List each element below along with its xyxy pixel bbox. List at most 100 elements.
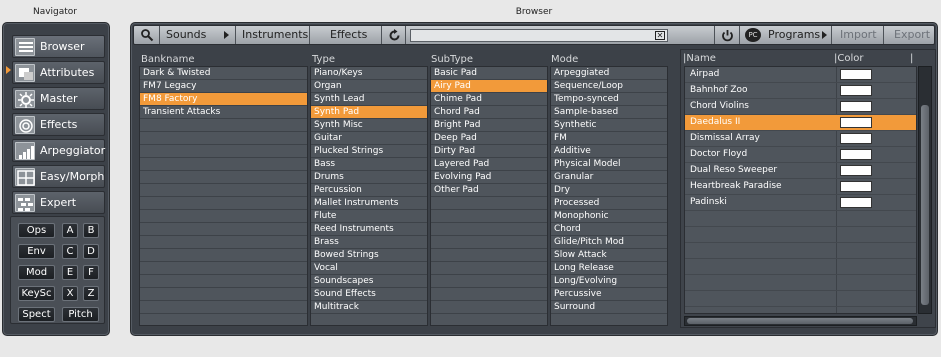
bankname-header[interactable]: Bankname — [141, 53, 194, 66]
nav-item-arpeggiator[interactable]: Arpeggiator — [12, 139, 105, 162]
horizontal-scrollbar[interactable] — [684, 316, 917, 326]
mini-button-f[interactable]: F — [83, 265, 99, 280]
type-list-item[interactable]: Organ — [311, 80, 427, 93]
program-row[interactable]: Chord Violins — [685, 99, 916, 115]
export-button[interactable]: Export — [884, 26, 936, 44]
bankname-list-item[interactable]: Dark & Twisted — [140, 67, 307, 80]
vertical-scrollbar[interactable] — [918, 66, 932, 314]
type-list-item[interactable]: Plucked Strings — [311, 145, 427, 158]
type-list-item[interactable]: Bowed Strings — [311, 249, 427, 262]
refresh-button[interactable] — [382, 26, 406, 44]
mini-button-x[interactable]: X — [62, 286, 78, 301]
nav-item-effects[interactable]: Effects — [12, 113, 105, 136]
mini-button-spect[interactable]: Spect — [18, 307, 55, 322]
program-color-swatch[interactable] — [840, 181, 872, 192]
search-input[interactable]: ✕ — [410, 29, 668, 42]
type-list-item[interactable]: Synth Misc — [311, 119, 427, 132]
mode-list-item[interactable]: Monophonic — [551, 210, 667, 223]
mini-button-keysc[interactable]: KeySc — [18, 286, 55, 301]
program-color-swatch[interactable] — [840, 165, 872, 176]
program-color-swatch[interactable] — [840, 117, 872, 128]
subtype-list-item[interactable]: Chord Pad — [431, 106, 547, 119]
type-list-item[interactable]: Drums — [311, 171, 427, 184]
subtype-list-item[interactable]: Dirty Pad — [431, 145, 547, 158]
type-list-item[interactable]: Mallet Instruments — [311, 197, 427, 210]
type-list-item[interactable]: Synth Pad — [311, 106, 427, 119]
program-color-swatch[interactable] — [840, 197, 872, 208]
nav-item-master[interactable]: Master — [12, 87, 105, 110]
program-color-swatch[interactable] — [840, 69, 872, 80]
subtype-list-item[interactable]: Deep Pad — [431, 132, 547, 145]
program-row[interactable]: Heartbreak Paradise — [685, 179, 916, 195]
subtype-list-item[interactable]: Chime Pad — [431, 93, 547, 106]
type-list-item[interactable]: Sound Effects — [311, 288, 427, 301]
mode-list-item[interactable]: Slow Attack — [551, 249, 667, 262]
type-list-item[interactable]: Piano/Keys — [311, 67, 427, 80]
search-button[interactable] — [134, 26, 160, 44]
mode-list-item[interactable]: Physical Model — [551, 158, 667, 171]
clear-search-icon[interactable]: ✕ — [655, 31, 665, 40]
mode-list-item[interactable]: Percussive — [551, 288, 667, 301]
mode-list-item[interactable]: Additive — [551, 145, 667, 158]
type-list-item[interactable]: Bass — [311, 158, 427, 171]
color-header[interactable]: |Color — [834, 52, 863, 65]
mode-list-item[interactable]: FM — [551, 132, 667, 145]
subtype-list-item[interactable]: Airy Pad — [431, 80, 547, 93]
type-list-item[interactable]: Brass — [311, 236, 427, 249]
type-list-item[interactable]: Synth Lead — [311, 93, 427, 106]
program-color-swatch[interactable] — [840, 133, 872, 144]
vertical-scroll-thumb[interactable] — [921, 105, 929, 305]
bankname-list-item[interactable]: Transient Attacks — [140, 106, 307, 119]
type-header[interactable]: Type — [312, 53, 335, 66]
mode-list-item[interactable]: Surround — [551, 301, 667, 314]
program-row[interactable]: Doctor Floyd — [685, 147, 916, 163]
mini-button-a[interactable]: A — [62, 223, 78, 238]
mode-list-item[interactable]: Long Release — [551, 262, 667, 275]
horizontal-scroll-thumb[interactable] — [687, 318, 913, 324]
effects-button[interactable]: Effects — [310, 26, 382, 44]
sounds-button[interactable]: Sounds — [160, 26, 236, 44]
mini-button-pitch[interactable]: Pitch — [62, 307, 99, 322]
type-list-item[interactable]: Percussion — [311, 184, 427, 197]
subtype-header[interactable]: SubType — [431, 53, 473, 66]
mode-list-item[interactable]: Dry — [551, 184, 667, 197]
program-row[interactable]: Daedalus II — [685, 115, 916, 131]
subtype-list-item[interactable]: Layered Pad — [431, 158, 547, 171]
mode-list-item[interactable]: Glide/Pitch Mod — [551, 236, 667, 249]
mini-button-z[interactable]: Z — [83, 286, 99, 301]
mode-list-item[interactable]: Tempo-synced — [551, 93, 667, 106]
subtype-list-item[interactable]: Basic Pad — [431, 67, 547, 80]
nav-item-browser[interactable]: Browser — [12, 35, 105, 58]
program-color-swatch[interactable] — [840, 149, 872, 160]
mode-list-item[interactable]: Processed — [551, 197, 667, 210]
program-color-swatch[interactable] — [840, 85, 872, 96]
program-row[interactable]: Dismissal Array — [685, 131, 916, 147]
mini-button-mod[interactable]: Mod — [18, 265, 55, 280]
mini-button-d[interactable]: D — [83, 244, 99, 259]
mini-button-c[interactable]: C — [62, 244, 78, 259]
type-list-item[interactable]: Vocal — [311, 262, 427, 275]
bankname-list-item[interactable]: FM8 Factory — [140, 93, 307, 106]
mini-button-env[interactable]: Env — [18, 244, 55, 259]
type-list-item[interactable]: Multitrack — [311, 301, 427, 314]
mini-button-ops[interactable]: Ops — [18, 223, 55, 238]
mode-list-item[interactable]: Chord — [551, 223, 667, 236]
instruments-button[interactable]: Instruments — [236, 26, 310, 44]
name-header[interactable]: |Name — [683, 52, 716, 65]
type-list-item[interactable]: Soundscapes — [311, 275, 427, 288]
program-row[interactable]: Dual Reso Sweeper — [685, 163, 916, 179]
program-row[interactable]: Airpad — [685, 67, 916, 83]
program-row[interactable]: Bahnhof Zoo — [685, 83, 916, 99]
nav-item-easy-morph[interactable]: Easy/Morph — [12, 165, 105, 188]
subtype-list-item[interactable]: Bright Pad — [431, 119, 547, 132]
program-row[interactable]: Padinski — [685, 195, 916, 211]
programs-button[interactable]: PC Programs — [740, 26, 832, 44]
subtype-list-item[interactable]: Evolving Pad — [431, 171, 547, 184]
type-list-item[interactable]: Reed Instruments — [311, 223, 427, 236]
mini-button-e[interactable]: E — [62, 265, 78, 280]
mode-list-item[interactable]: Arpeggiated — [551, 67, 667, 80]
mode-list-item[interactable]: Sample-based — [551, 106, 667, 119]
subtype-list-item[interactable]: Other Pad — [431, 184, 547, 197]
mode-list-item[interactable]: Synthetic — [551, 119, 667, 132]
type-list-item[interactable]: Guitar — [311, 132, 427, 145]
